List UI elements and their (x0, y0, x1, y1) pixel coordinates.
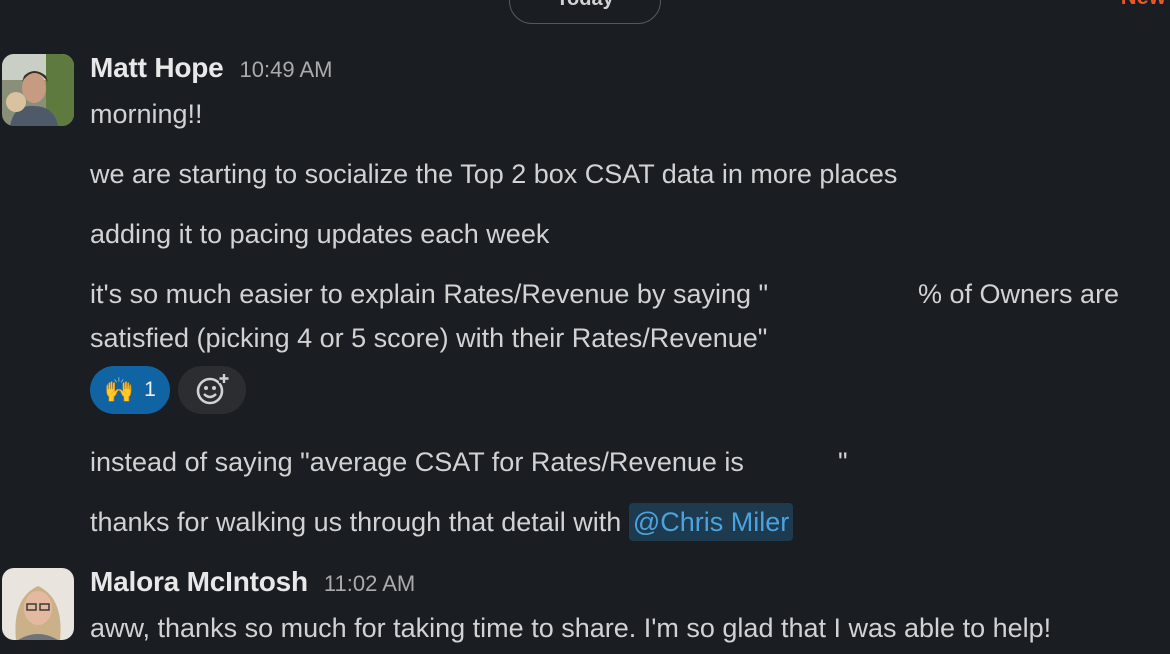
message-text: adding it to pacing updates each week (90, 219, 550, 249)
message-text: instead of saying "average CSAT for Rate… (90, 447, 744, 477)
sender-name[interactable]: Malora McIntosh (90, 566, 308, 598)
reaction-count: 1 (144, 378, 156, 401)
message-text: morning!! (90, 99, 203, 129)
message-text: " (838, 447, 848, 477)
message-text: % of Owners are (918, 279, 1120, 309)
timestamp[interactable]: 11:02 AM (324, 571, 415, 597)
user-mention[interactable]: @Chris Miler (628, 503, 794, 541)
message-text: it's so much easier to explain Rates/Rev… (90, 279, 769, 309)
message-header: Malora McIntosh 11:02 AM (90, 566, 415, 598)
message-text: satisfied (picking 4 or 5 score) with th… (90, 323, 768, 353)
avatar-photo-matt-hope (2, 54, 74, 126)
add-reaction-icon (196, 373, 229, 405)
message-text: aww, thanks so much for taking time to s… (90, 613, 1052, 643)
message-header: Matt Hope 10:49 AM (90, 52, 332, 84)
sender-name[interactable]: Matt Hope (90, 52, 224, 84)
day-divider-label: Today (556, 0, 613, 10)
message-text: thanks for walking us through that detai… (90, 503, 794, 541)
avatar[interactable] (2, 568, 74, 640)
message-text: we are starting to socialize the Top 2 b… (90, 159, 898, 189)
raised-hands-icon: 🙌 (104, 376, 135, 404)
avatar-photo-malora-mcintosh (2, 568, 74, 640)
new-messages-label: New (1121, 0, 1166, 10)
reaction-raised-hands[interactable]: 🙌 1 (90, 366, 170, 414)
timestamp[interactable]: 10:49 AM (240, 57, 333, 83)
add-reaction-button[interactable] (178, 366, 246, 414)
reactions-bar: 🙌 1 (90, 366, 246, 414)
message-text-part: thanks for walking us through that detai… (90, 507, 622, 537)
day-divider-button[interactable]: Today (509, 0, 661, 24)
avatar[interactable] (2, 54, 74, 126)
